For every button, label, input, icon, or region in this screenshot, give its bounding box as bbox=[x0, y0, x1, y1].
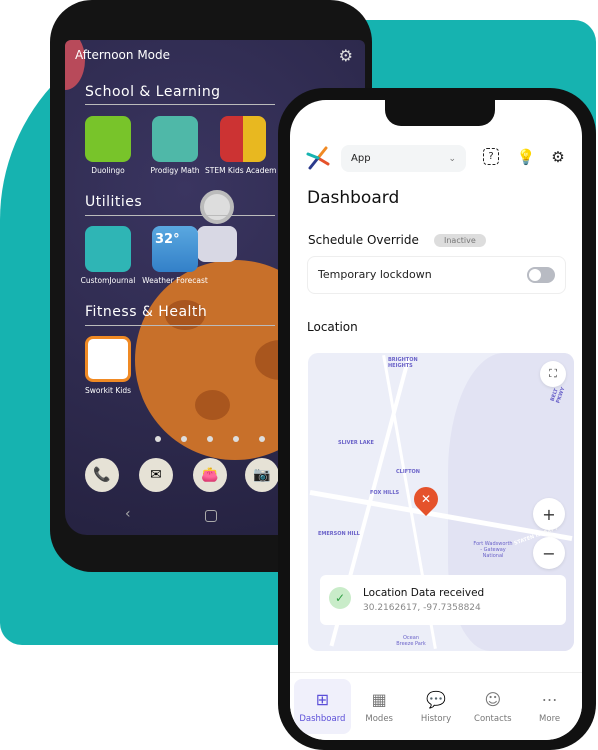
map-label: Ocean Breeze Park bbox=[396, 635, 426, 647]
grid-icon: ⊞ bbox=[315, 689, 330, 709]
nav-more[interactable]: ⋯ More bbox=[521, 679, 578, 734]
zoom-out-button[interactable]: − bbox=[533, 537, 565, 569]
location-status: Location Data received bbox=[363, 587, 485, 599]
app-weather[interactable]: 32° bbox=[152, 226, 198, 272]
nav-modes[interactable]: ▦ Modes bbox=[351, 679, 408, 734]
back-nav-icon[interactable]: ‹ bbox=[125, 506, 131, 522]
nav-label: Contacts bbox=[474, 713, 512, 724]
app-sworkit[interactable] bbox=[85, 336, 131, 382]
weather-temp: 32° bbox=[155, 232, 180, 247]
location-coords: 30.2162617, -97.7358824 bbox=[363, 603, 481, 613]
home-nav-icon[interactable] bbox=[205, 510, 217, 522]
chevron-down-icon: ⌄ bbox=[448, 153, 456, 164]
gear-icon[interactable]: ⚙ bbox=[548, 147, 568, 167]
lightbulb-icon[interactable]: 💡 bbox=[516, 147, 536, 167]
wallet-icon[interactable]: 👛 bbox=[193, 458, 227, 492]
map-label: EMERSON HILL bbox=[318, 531, 360, 537]
schedule-title: Schedule Override bbox=[308, 233, 419, 247]
status-badge: Inactive bbox=[434, 234, 486, 247]
notch bbox=[385, 100, 495, 126]
nav-label: Dashboard bbox=[299, 713, 346, 724]
app-customjournal[interactable] bbox=[85, 226, 131, 272]
map-label: BRIGHTON HEIGHTS bbox=[388, 357, 418, 369]
nav-dashboard[interactable]: ⊞ Dashboard bbox=[294, 679, 351, 734]
app-label: STEM Kids Academ bbox=[205, 166, 277, 175]
calendar-icon: ▦ bbox=[371, 689, 387, 709]
app-label: Sworkit Kids bbox=[85, 386, 131, 395]
app-label: Prodigy Math bbox=[150, 166, 200, 175]
app-prodigy-math[interactable] bbox=[152, 116, 198, 162]
mode-title: Afternoon Mode bbox=[75, 48, 171, 62]
location-map[interactable]: BRIGHTON HEIGHTS SLIVER LAKE CLIFTON FOX… bbox=[308, 353, 574, 651]
section-title: Utilities bbox=[85, 194, 143, 210]
fullscreen-icon[interactable]: ⛶ bbox=[540, 361, 566, 387]
location-title: Location bbox=[307, 320, 358, 334]
mail-icon[interactable]: ✉ bbox=[139, 458, 173, 492]
map-label: SLIVER LAKE bbox=[338, 440, 374, 446]
bottom-nav: ⊞ Dashboard ▦ Modes 💬 History ☺ Contacts ⋯ Mo… bbox=[290, 672, 582, 740]
front-phone: App ⌄ ? 💡 ⚙ Dashboard Schedule Override … bbox=[278, 88, 596, 750]
page-title: Dashboard bbox=[307, 188, 400, 208]
app-select[interactable]: App ⌄ bbox=[341, 145, 466, 172]
nav-label: More bbox=[539, 713, 561, 724]
map-label: FOX HILLS bbox=[370, 490, 400, 496]
astronaut-decoration bbox=[193, 190, 241, 270]
nav-history[interactable]: 💬 History bbox=[408, 679, 465, 734]
app-stem-kids[interactable] bbox=[220, 116, 266, 162]
phone-icon[interactable]: 📞 bbox=[85, 458, 119, 492]
lockdown-label: Temporary lockdown bbox=[318, 268, 432, 281]
chat-icon: 💬 bbox=[426, 689, 446, 709]
more-icon: ⋯ bbox=[541, 689, 558, 709]
location-status-card: ✓ Location Data received 30.2162617, -97… bbox=[320, 575, 566, 625]
page-dots bbox=[155, 436, 265, 442]
dashboard-screen: App ⌄ ? 💡 ⚙ Dashboard Schedule Override … bbox=[290, 100, 582, 740]
nav-label: Modes bbox=[365, 713, 393, 724]
zoom-in-button[interactable]: + bbox=[533, 498, 565, 530]
app-select-value: App bbox=[351, 153, 371, 164]
app-duolingo[interactable] bbox=[85, 116, 131, 162]
section-title: Fitness & Health bbox=[85, 304, 208, 320]
check-icon: ✓ bbox=[329, 587, 351, 609]
contact-icon: ☺ bbox=[484, 689, 502, 709]
gear-icon[interactable]: ⚙ bbox=[339, 46, 353, 65]
section-title: School & Learning bbox=[85, 84, 221, 100]
map-label: Fort Wadsworth - Gateway National bbox=[473, 541, 513, 559]
camera-icon[interactable]: 📷 bbox=[245, 458, 279, 492]
nav-contacts[interactable]: ☺ Contacts bbox=[464, 679, 521, 734]
map-label: CLIFTON bbox=[396, 469, 420, 475]
nav-label: History bbox=[420, 713, 452, 724]
help-icon[interactable]: ? bbox=[483, 148, 499, 165]
lockdown-card: Temporary lockdown bbox=[307, 256, 566, 294]
app-label: Weather Forecast bbox=[142, 276, 208, 285]
app-logo-icon bbox=[306, 146, 330, 170]
lockdown-toggle[interactable] bbox=[527, 267, 555, 283]
